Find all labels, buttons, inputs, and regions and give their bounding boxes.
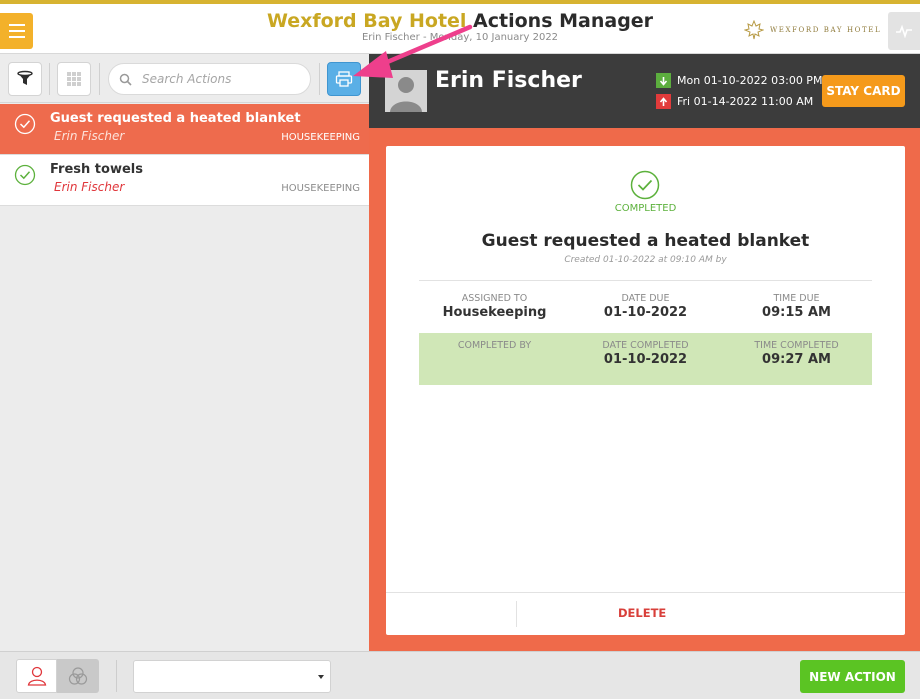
hotel-name: Wexford Bay Hotel [266,10,467,32]
card-footer: DELETE [386,592,905,635]
single-guest-toggle[interactable] [16,659,57,693]
grid-view-button[interactable] [57,62,91,96]
left-toolbar [0,55,369,103]
check-circle-icon [630,170,660,200]
arrow-down-icon [656,73,671,88]
divider [419,280,872,281]
app-name: Actions Manager [473,10,654,32]
action-title: Fresh towels [50,162,143,177]
time-completed-value: 09:27 AM [762,352,831,367]
arrival-date: Mon 01-10-2022 03:00 PM [656,73,822,88]
arrival-text: Mon 01-10-2022 03:00 PM [677,74,823,87]
status-badge: COMPLETED [614,203,677,214]
check-circle-icon [14,113,36,135]
date-completed-label: DATE COMPLETED [602,340,689,351]
guest-name: Erin Fischer [435,68,582,93]
time-completed-label: TIME COMPLETED [754,340,839,351]
arrow-up-icon [656,94,671,109]
completed-info-row: COMPLETED BY DATE COMPLETED 01-10-2022 T… [419,333,872,385]
department-select[interactable] [133,660,331,693]
print-button[interactable] [327,62,361,96]
action-list: Guest requested a heated blanket Erin Fi… [0,104,369,649]
maple-leaf-icon [744,20,764,40]
action-detail-card: COMPLETED Guest requested a heated blank… [386,146,905,635]
grid-icon [67,72,81,86]
activity-button[interactable] [888,12,920,50]
guest-header: Erin Fischer Mon 01-10-2022 03:00 PM Fri… [369,54,920,128]
search-icon [119,73,132,86]
action-department: HOUSEKEEPING [281,183,360,194]
caret-down-icon [318,675,324,679]
assigned-to-value: Housekeeping [442,305,547,320]
group-toggle[interactable] [57,659,99,693]
current-date: Monday, 10 January 2022 [429,32,559,43]
delete-button[interactable]: DELETE [618,606,666,620]
filter-button[interactable] [8,62,42,96]
person-icon [27,666,46,686]
list-item[interactable]: Fresh towels Erin Fischer HOUSEKEEPING [0,155,369,206]
filter-icon [17,70,33,85]
created-info: Created 01-10-2022 at 09:10 AM by [564,255,727,265]
due-info-row: ASSIGNED TO Housekeeping DATE DUE 01-10-… [419,286,872,338]
assigned-to-label: ASSIGNED TO [461,293,528,304]
search-input[interactable] [142,72,292,86]
action-title: Guest requested a heated blanket [50,111,301,126]
check-circle-icon [14,164,36,186]
current-user: Erin Fischer [361,32,420,43]
logo-text: WEXFORD BAY HOTEL [770,26,882,34]
action-department: HOUSEKEEPING [281,132,360,143]
date-due-value: 01-10-2022 [603,305,688,320]
action-detail-title: Guest requested a heated blanket [481,231,810,251]
date-completed-value: 01-10-2022 [603,352,688,367]
stay-card-button[interactable]: STAY CARD [822,75,905,107]
action-guest: Erin Fischer [54,180,125,194]
printer-icon [335,71,353,87]
action-guest: Erin Fischer [54,129,125,143]
completed-by-label: COMPLETED BY [457,340,532,351]
pulse-icon [896,24,912,38]
app-header: Wexford Bay Hotel Actions Manager Erin F… [0,4,920,54]
departure-text: Fri 01-14-2022 11:00 AM [677,95,814,108]
action-detail-panel: Erin Fischer Mon 01-10-2022 03:00 PM Fri… [369,54,920,651]
hotel-logo: WEXFORD BAY HOTEL [744,19,881,41]
group-circles-icon [68,667,88,685]
list-item[interactable]: Guest requested a heated blanket Erin Fi… [0,104,369,155]
date-due-label: DATE DUE [621,293,670,304]
new-action-button[interactable]: NEW ACTION [800,660,905,693]
search-box [108,63,311,95]
departure-date: Fri 01-14-2022 11:00 AM [656,94,813,109]
avatar [385,70,427,112]
time-due-value: 09:15 AM [762,305,831,320]
person-silhouette-icon [385,70,427,112]
time-due-label: TIME DUE [773,293,820,304]
bottom-bar: NEW ACTION [0,651,920,699]
